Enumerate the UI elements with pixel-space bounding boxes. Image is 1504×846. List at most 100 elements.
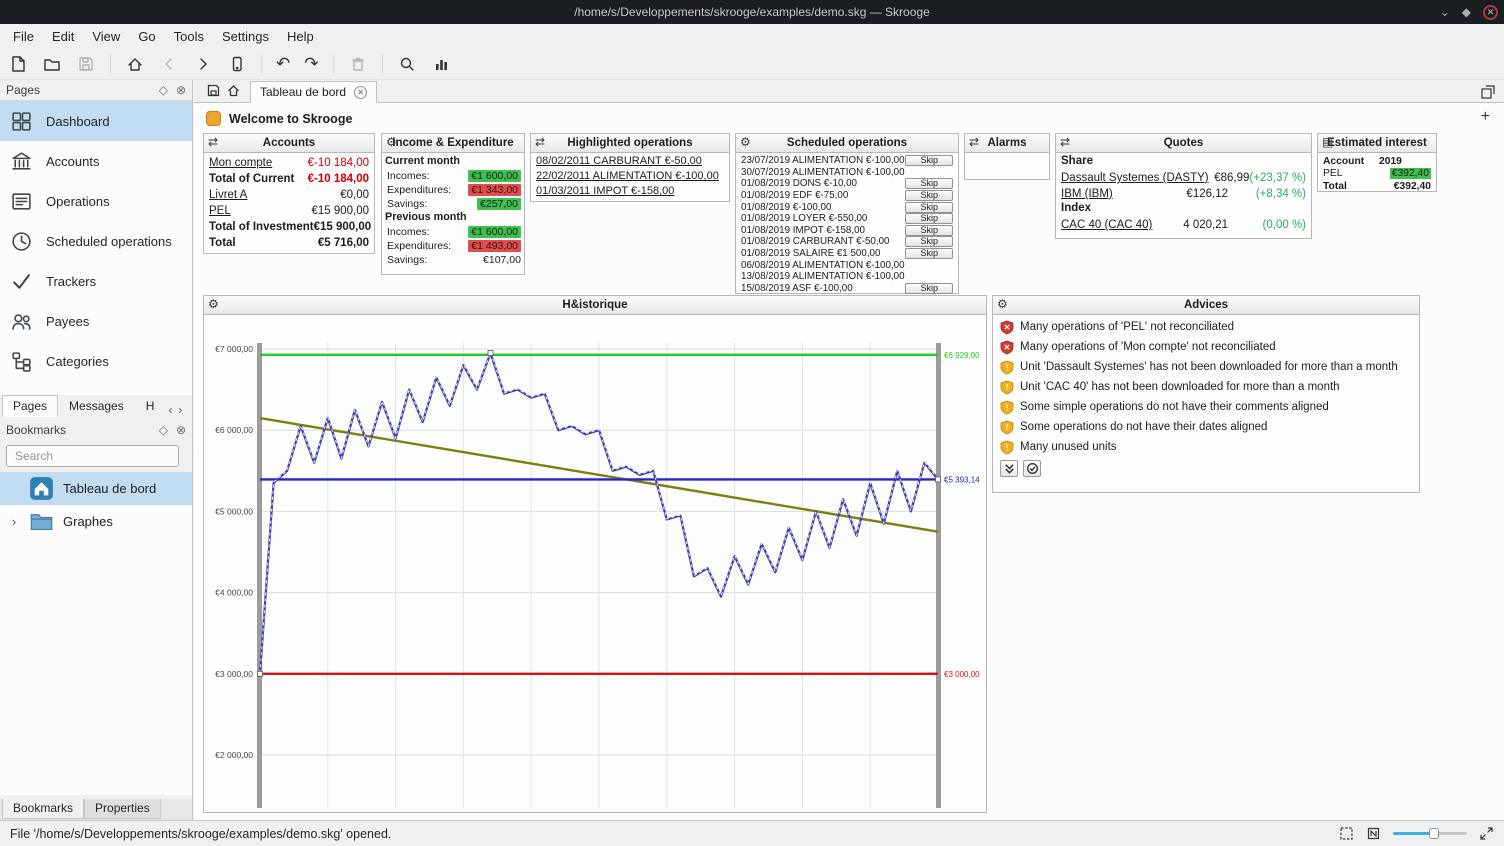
sidebar-item-accounts[interactable]: Accounts	[0, 141, 192, 181]
highlighted-operation-link[interactable]: 01/03/2011 IMPOT €-158,00	[534, 185, 726, 200]
undo-icon[interactable]: ↶	[276, 55, 290, 72]
add-widget-button[interactable]: +	[1481, 108, 1490, 126]
apply-advice-icon[interactable]	[1023, 460, 1041, 477]
close-window-icon[interactable]: ✕	[1483, 5, 1498, 20]
advice-item[interactable]: !Many unused units	[996, 437, 1416, 457]
menu-item-help[interactable]: Help	[278, 26, 323, 47]
scroll-tabs-left-icon[interactable]: ‹	[165, 403, 175, 417]
menu-item-file[interactable]: File	[4, 26, 43, 47]
detach-tab-icon[interactable]	[1480, 84, 1496, 100]
skip-button[interactable]: Skip	[905, 178, 953, 189]
menu-item-view[interactable]: View	[83, 26, 129, 47]
bookmarks-search-input[interactable]	[6, 445, 179, 467]
quotes-widget-header[interactable]: ⇄ Quotes	[1056, 134, 1311, 153]
sidebar-item-trackers[interactable]: Trackers	[0, 261, 192, 301]
widget-sheet-icon[interactable]: ▤	[1322, 135, 1333, 149]
sidebar-item-categories[interactable]: Categories	[0, 341, 192, 381]
skip-button[interactable]: Skip	[905, 236, 953, 247]
widget-setup-icon[interactable]: ⇄	[208, 135, 218, 149]
zoom-original-icon[interactable]	[1366, 826, 1381, 841]
advice-item[interactable]: !Some simple operations do not have thei…	[996, 397, 1416, 417]
widget-gear-icon[interactable]: ⚙	[740, 135, 751, 149]
shade-window-icon[interactable]: ⌄	[1440, 6, 1450, 18]
quote-link[interactable]: IBM (IBM)	[1061, 188, 1166, 200]
account-link[interactable]: PEL	[209, 205, 231, 217]
tab-bookmarks[interactable]: Bookmarks	[2, 799, 84, 819]
open-folder-icon[interactable]	[42, 54, 62, 74]
skip-button[interactable]: Skip	[905, 190, 953, 201]
skip-button[interactable]: Skip	[905, 225, 953, 236]
maximize-window-icon[interactable]: ◆	[1462, 6, 1471, 18]
zoom-fit-icon[interactable]	[1339, 826, 1354, 841]
sidebar-item-scheduled-operations[interactable]: Scheduled operations	[0, 221, 192, 261]
close-panel-icon[interactable]: ⊗	[176, 424, 186, 436]
quote-link[interactable]: Dassault Systemes (DASTY)	[1061, 172, 1209, 184]
sidebar-item-operations[interactable]: Operations	[0, 181, 192, 221]
tab-pages[interactable]: Pages	[2, 395, 58, 417]
close-tab-icon[interactable]: ✕	[354, 86, 367, 99]
tab-messages[interactable]: Messages	[58, 395, 135, 417]
interest-widget-header[interactable]: ▤ Estimated interest	[1318, 134, 1436, 153]
menu-item-tools[interactable]: Tools	[165, 26, 213, 47]
redo-icon[interactable]: ↷	[304, 55, 318, 72]
float-panel-icon[interactable]: ◇	[159, 424, 168, 436]
skip-button[interactable]: Skip	[905, 283, 953, 294]
advices-widget-header[interactable]: ⚙ Advices	[993, 296, 1419, 315]
widget-setup-icon[interactable]: ⇄	[969, 135, 979, 149]
search-icon[interactable]	[397, 54, 417, 74]
alarms-widget-header[interactable]: ⇄ Alarms	[965, 134, 1049, 153]
widget-gear-icon[interactable]: ⚙	[386, 135, 397, 149]
tab-tableau-de-bord[interactable]: Tableau de bord ✕	[250, 81, 377, 103]
delete-icon[interactable]	[348, 54, 368, 74]
accounts-widget-header[interactable]: ⇄ Accounts	[204, 134, 374, 153]
mobile-device-icon[interactable]	[227, 54, 247, 74]
highlighted-widget-header[interactable]: ⇄ Highlighted operations	[531, 134, 729, 153]
quote-link[interactable]: CAC 40 (CAC 40)	[1061, 219, 1166, 231]
historique-widget-header[interactable]: ⚙ H&istorique	[204, 296, 986, 315]
scroll-tabs-right-icon[interactable]: ›	[175, 403, 185, 417]
expand-advices-icon[interactable]	[1000, 460, 1018, 477]
advice-item[interactable]: ✕Many operations of 'PEL' not reconcilia…	[996, 317, 1416, 337]
bookmark-item-graphes[interactable]: ›Graphes	[0, 505, 192, 538]
sidebar-item-payees[interactable]: Payees	[0, 301, 192, 341]
account-link[interactable]: Livret A	[209, 189, 247, 201]
widget-gear-icon[interactable]: ⚙	[208, 297, 219, 311]
skip-button[interactable]: Skip	[905, 248, 953, 259]
new-document-icon[interactable]	[8, 54, 28, 74]
skip-button[interactable]: Skip	[905, 213, 953, 224]
sidebar-item-dashboard[interactable]: Dashboard	[0, 101, 192, 141]
widget-setup-icon[interactable]: ⇄	[1060, 135, 1070, 149]
float-panel-icon[interactable]: ◇	[159, 84, 168, 96]
advice-item[interactable]: !Unit 'Dassault Systemes' has not been d…	[996, 357, 1416, 377]
report-bars-icon[interactable]	[431, 54, 451, 74]
forward-icon[interactable]	[193, 54, 213, 74]
advice-item[interactable]: ✕Many operations of 'Mon compte' not rec…	[996, 337, 1416, 357]
back-icon[interactable]	[159, 54, 179, 74]
highlighted-operation-link[interactable]: 08/02/2011 CARBURANT €-50,00	[534, 155, 726, 170]
income-widget-header[interactable]: ⚙ Income & Expenditure	[382, 134, 524, 153]
close-panel-icon[interactable]: ⊗	[176, 84, 186, 96]
menu-item-edit[interactable]: Edit	[43, 26, 83, 47]
bookmark-item-tableau-de-bord[interactable]: Tableau de bord	[0, 472, 192, 505]
highlighted-operation-link[interactable]: 22/02/2011 ALIMENTATION €-100,00	[534, 170, 726, 185]
pin-page-icon[interactable]	[206, 83, 222, 99]
advice-item[interactable]: !Some operations do not have their dates…	[996, 417, 1416, 437]
skip-button[interactable]: Skip	[905, 202, 953, 213]
expander-icon[interactable]: ›	[8, 514, 20, 529]
tab-properties[interactable]: Properties	[84, 799, 161, 819]
widget-gear-icon[interactable]: ⚙	[997, 297, 1008, 311]
zoom-slider-knob[interactable]	[1429, 828, 1439, 839]
zoom-slider[interactable]	[1393, 826, 1467, 841]
advice-item[interactable]: !Unit 'CAC 40' has not been downloaded f…	[996, 377, 1416, 397]
expand-icon[interactable]	[1479, 826, 1494, 841]
go-home-page-icon[interactable]	[226, 83, 242, 99]
scheduled-widget-header[interactable]: ⚙ Scheduled operations	[736, 134, 958, 153]
save-icon[interactable]	[76, 54, 96, 74]
home-icon[interactable]	[125, 54, 145, 74]
skip-button[interactable]: Skip	[905, 155, 953, 166]
widget-setup-icon[interactable]: ⇄	[535, 135, 545, 149]
account-link[interactable]: Mon compte	[209, 157, 272, 169]
menu-item-go[interactable]: Go	[129, 26, 164, 47]
menu-item-settings[interactable]: Settings	[213, 26, 278, 47]
tab-h[interactable]: H	[135, 395, 166, 417]
